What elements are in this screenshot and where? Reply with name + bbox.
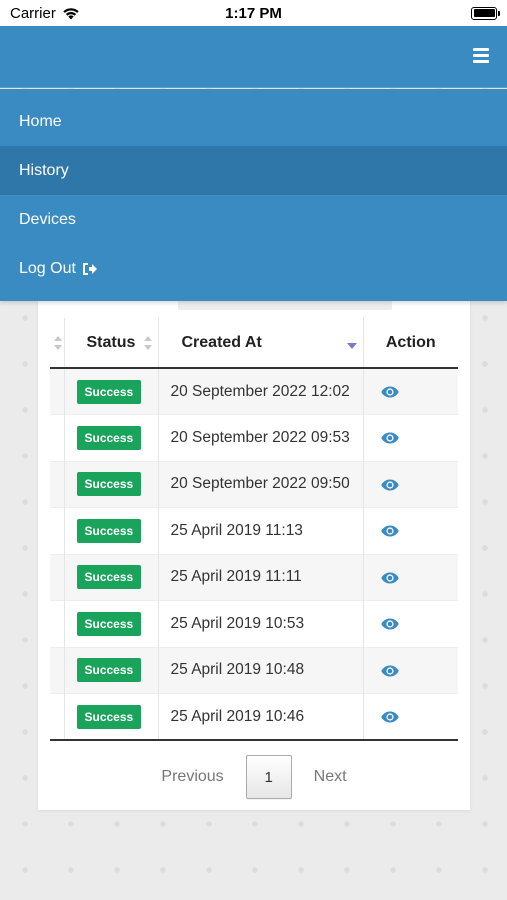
table-row: Success 20 September 2022 09:53 [50,414,458,461]
eye-icon[interactable] [381,386,399,398]
menu-item-label: Home [19,112,62,130]
cell-status: Success [64,693,159,741]
status-badge: Success [76,518,142,543]
sort-icon [53,336,62,352]
column-header-created-at[interactable]: Created At [158,318,364,369]
battery-icon [471,6,500,20]
eye-icon[interactable] [381,479,399,491]
menu-item-label: Log Out [19,259,76,277]
cell-created-at: 25 April 2019 10:46 [158,693,364,741]
cell-cut [50,600,65,647]
table-header-row: Status Created At Action [50,318,458,369]
cell-cut [50,507,65,554]
table-row: Success 20 September 2022 09:50 [50,460,458,508]
battery-level [473,9,495,17]
status-badge: Success [76,379,142,404]
column-header-action: Action [363,318,458,369]
cell-action [363,414,458,461]
cell-created-at: 25 April 2019 10:48 [158,646,364,694]
cell-created-at: 20 September 2022 09:50 [158,460,364,508]
eye-icon[interactable] [381,665,399,677]
menu-item-label: History [19,161,69,179]
cell-action [363,553,458,601]
cell-status: Success [64,507,159,554]
nav-menu: Home History Devices Log Out [0,89,507,301]
menu-item-logout[interactable]: Log Out [0,244,507,293]
page-button-current[interactable]: 1 [245,755,292,799]
column-header-label: Status [86,333,136,351]
next-button[interactable]: Next [312,762,349,792]
cell-status: Success [64,646,159,694]
eye-icon[interactable] [381,572,399,584]
status-badge: Success [76,565,142,590]
cell-cut [50,367,65,415]
status-badge: Success [76,425,142,450]
history-table: Status Created At Action Success 20 Septe… [50,318,458,741]
cell-created-at: 25 April 2019 10:53 [158,600,364,647]
status-badge: Success [76,472,142,497]
column-header-cut[interactable] [50,318,65,369]
logout-icon [82,262,97,275]
table-row: Success 20 September 2022 12:02 [50,367,458,415]
cell-status: Success [64,600,159,647]
column-header-status[interactable]: Status [64,318,159,369]
history-card: Status Created At Action Success 20 Septe… [38,290,470,810]
column-header-label: Created At [181,333,262,351]
table-row: Success 25 April 2019 10:46 [50,693,458,741]
cell-status: Success [64,553,159,601]
status-badge: Success [76,611,142,636]
menu-item-home[interactable]: Home [0,97,507,146]
status-badge: Success [76,704,142,729]
cell-created-at: 25 April 2019 11:13 [158,507,364,554]
sort-desc-icon [346,343,357,349]
cell-cut [50,460,65,508]
cell-status: Success [64,414,159,461]
column-header-label: Action [385,333,436,351]
search-strip [178,300,392,310]
menu-item-history[interactable]: History [0,146,507,195]
cell-action [363,693,458,741]
navbar [0,26,507,88]
status-bar: Carrier 1:17 PM [0,0,507,26]
cell-status: Success [64,367,159,415]
status-badge: Success [76,658,142,683]
sort-icon [143,336,152,352]
previous-button[interactable]: Previous [159,762,225,792]
cell-action [363,507,458,554]
wifi-icon [63,7,79,19]
cell-created-at: 25 April 2019 11:11 [158,553,364,601]
cell-action [363,367,458,415]
table-row: Success 25 April 2019 10:48 [50,646,458,694]
cell-action [363,460,458,508]
table-row: Success 25 April 2019 11:11 [50,553,458,601]
cell-created-at: 20 September 2022 12:02 [158,367,364,415]
menu-item-devices[interactable]: Devices [0,195,507,244]
cell-cut [50,414,65,461]
cell-action [363,600,458,647]
eye-icon[interactable] [381,618,399,630]
table-row: Success 25 April 2019 11:13 [50,507,458,554]
table-row: Success 25 April 2019 10:53 [50,600,458,647]
status-bar-left: Carrier [10,5,80,22]
cell-cut [50,693,65,741]
carrier-label: Carrier [10,4,56,22]
cell-status: Success [64,460,159,508]
eye-icon[interactable] [381,711,399,723]
menu-item-label: Devices [19,210,76,228]
pagination: Previous 1 Next [38,755,470,799]
cell-created-at: 20 September 2022 09:53 [158,414,364,461]
eye-icon[interactable] [381,525,399,537]
cell-cut [50,553,65,601]
cell-cut [50,646,65,694]
eye-icon[interactable] [381,432,399,444]
cell-action [363,646,458,694]
hamburger-icon[interactable] [473,48,489,63]
